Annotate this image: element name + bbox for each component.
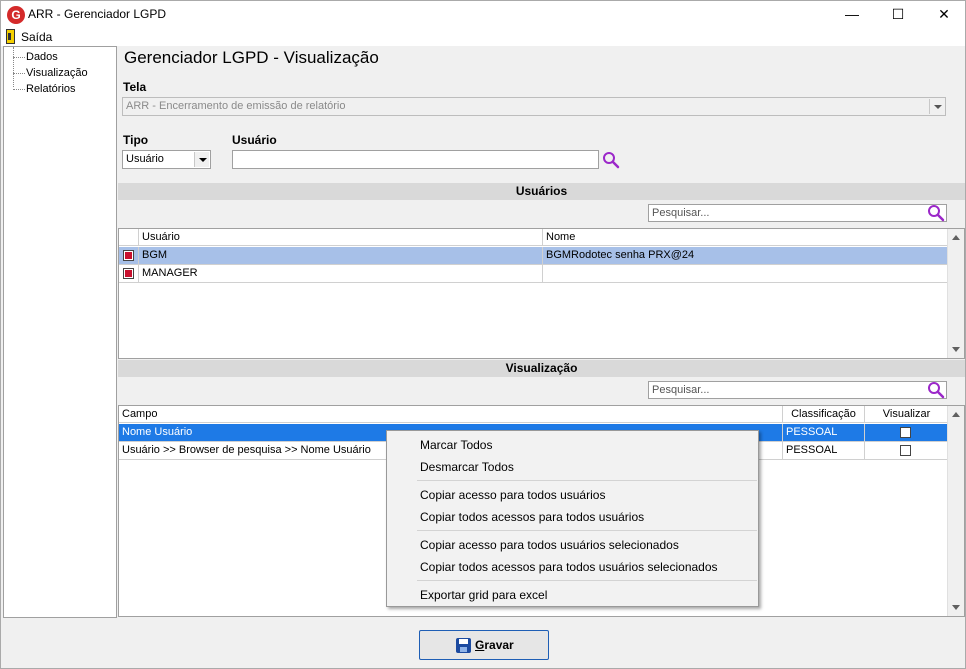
menu-separator — [417, 530, 757, 531]
header-check-cell — [119, 229, 139, 246]
view-grid-header: Campo Classificação Visualizar — [119, 406, 948, 423]
save-label-rest: ravar — [484, 638, 514, 652]
chevron-down-icon — [194, 152, 209, 167]
menu-bar: Saída — [1, 28, 965, 46]
tipo-select[interactable]: Usuário — [122, 150, 211, 169]
row-checkbox[interactable] — [123, 268, 134, 279]
floppy-disk-icon — [456, 638, 471, 653]
visualizar-checkbox[interactable] — [900, 427, 911, 438]
tree-branch — [13, 57, 25, 58]
title-bar: G ARR - Gerenciador LGPD — ☐ ✕ — [1, 1, 965, 28]
users-search-input[interactable]: Pesquisar... — [648, 204, 947, 222]
cell-classificacao: PESSOAL — [783, 424, 865, 441]
tree-item-label: Visualização — [26, 67, 88, 79]
tela-label: Tela — [123, 80, 147, 94]
cell-visualizar — [865, 442, 948, 459]
scroll-down-icon[interactable] — [952, 347, 960, 352]
menu-exit-label: Saída — [21, 30, 53, 44]
save-button[interactable]: Gravar — [419, 630, 549, 660]
tipo-select-value: Usuário — [126, 153, 164, 165]
close-button[interactable]: ✕ — [921, 1, 966, 28]
column-header-visualizar[interactable]: Visualizar — [865, 406, 948, 423]
menu-item-marcar-todos[interactable]: Marcar Todos — [420, 438, 492, 452]
minimize-button[interactable]: — — [829, 1, 875, 28]
tree-item-label: Dados — [26, 51, 58, 63]
menu-item-copiar-acesso-todos[interactable]: Copiar acesso para todos usuários — [420, 488, 605, 502]
save-mnemonic: G — [475, 638, 485, 652]
row-check-cell — [119, 247, 139, 264]
scroll-up-icon[interactable] — [952, 235, 960, 240]
chevron-down-icon — [929, 99, 944, 114]
save-button-label: Gravar — [475, 638, 514, 652]
view-section-header: Visualização — [118, 360, 965, 377]
scroll-down-icon[interactable] — [952, 605, 960, 610]
menu-item-exportar-excel[interactable]: Exportar grid para excel — [420, 588, 547, 602]
tree-item-label: Relatórios — [26, 83, 76, 95]
row-checkbox[interactable] — [123, 250, 134, 261]
cell-visualizar — [865, 424, 948, 441]
maximize-button[interactable]: ☐ — [875, 1, 921, 28]
tree-connector — [13, 47, 14, 87]
search-icon[interactable] — [602, 151, 620, 169]
page-title: Gerenciador LGPD - Visualização — [124, 48, 379, 67]
visualizar-checkbox[interactable] — [900, 445, 911, 456]
cell-usuario: BGM — [139, 247, 543, 264]
cell-nome: BGMRodotec senha PRX@24 — [546, 249, 695, 261]
tela-select-value: ARR - Encerramento de emissão de relatór… — [126, 100, 346, 112]
view-search-input[interactable]: Pesquisar... — [648, 381, 947, 399]
view-grid-scrollbar[interactable] — [947, 406, 964, 616]
column-header-classificacao[interactable]: Classificação — [783, 406, 865, 423]
app-logo-icon: G — [7, 6, 25, 24]
window-title: ARR - Gerenciador LGPD — [28, 7, 167, 21]
users-grid-header: Usuário Nome — [119, 229, 948, 246]
column-header-nome[interactable]: Nome — [543, 229, 948, 246]
table-row[interactable]: MANAGER — [119, 265, 948, 283]
context-menu: Marcar Todos Desmarcar Todos Copiar aces… — [386, 430, 759, 607]
menu-item-copiar-todos-acessos-selecionados[interactable]: Copiar todos acessos para todos usuários… — [420, 560, 718, 574]
app-window: G ARR - Gerenciador LGPD — ☐ ✕ Saída Dad… — [0, 0, 966, 669]
column-header-usuario[interactable]: Usuário — [139, 229, 543, 246]
menu-item-copiar-todos-acessos-todos[interactable]: Copiar todos acessos para todos usuários — [420, 510, 644, 524]
cell-nome — [543, 265, 948, 282]
usuario-input[interactable] — [232, 150, 599, 169]
column-header-campo[interactable]: Campo — [119, 406, 783, 423]
search-icon[interactable] — [927, 381, 945, 399]
menu-separator — [417, 480, 757, 481]
row-check-cell — [119, 265, 139, 282]
exit-door-icon — [6, 29, 15, 44]
scroll-up-icon[interactable] — [952, 412, 960, 417]
users-section-header: Usuários — [118, 183, 965, 200]
usuario-label: Usuário — [232, 133, 277, 147]
menu-separator — [417, 580, 757, 581]
menu-item-desmarcar-todos[interactable]: Desmarcar Todos — [420, 460, 514, 474]
tree-branch — [13, 73, 25, 74]
menu-item-copiar-acesso-selecionados[interactable]: Copiar acesso para todos usuários seleci… — [420, 538, 679, 552]
table-row[interactable]: BGM BGMRodotec senha PRX@24 — [119, 247, 948, 265]
tree-branch — [13, 89, 25, 90]
navigation-tree: Dados Visualização Relatórios — [3, 46, 117, 618]
tela-select[interactable]: ARR - Encerramento de emissão de relatór… — [122, 97, 946, 116]
cell-usuario: MANAGER — [139, 265, 543, 282]
cell-classificacao: PESSOAL — [783, 442, 865, 459]
tipo-label: Tipo — [123, 133, 149, 147]
menu-exit[interactable]: Saída — [1, 28, 56, 46]
users-grid-scrollbar[interactable] — [947, 229, 964, 358]
users-grid: Usuário Nome BGM BGMRodotec senha PRX@24… — [118, 228, 965, 359]
search-icon[interactable] — [927, 204, 945, 222]
